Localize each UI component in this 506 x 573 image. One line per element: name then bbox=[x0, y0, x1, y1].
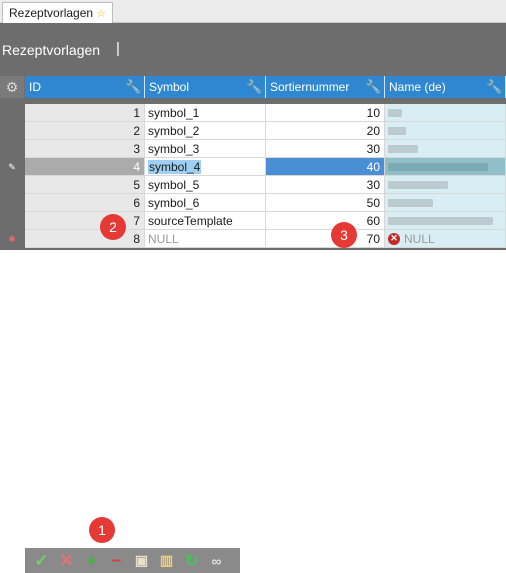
cell-name-de[interactable] bbox=[385, 194, 506, 212]
cell-name-de[interactable] bbox=[385, 104, 506, 122]
wrench-icon[interactable]: 🔧 bbox=[486, 79, 502, 95]
cell-name-de[interactable] bbox=[385, 158, 506, 176]
cell-id[interactable]: 2 bbox=[25, 122, 145, 140]
cell-name-de[interactable] bbox=[385, 212, 506, 230]
cell-id[interactable]: 8 bbox=[25, 230, 145, 248]
column-header-label: Name (de) bbox=[389, 80, 446, 94]
column-header-sortiernummer[interactable]: Sortiernummer 🔧 bbox=[266, 76, 385, 98]
error-x-icon: ✕ bbox=[388, 232, 400, 245]
page-header: Rezeptvorlagen | bbox=[0, 23, 506, 76]
blurred-text bbox=[388, 144, 418, 153]
cell-id[interactable]: 5 bbox=[25, 176, 145, 194]
page-title: Rezeptvorlagen bbox=[2, 42, 101, 58]
cell-id[interactable]: 4 bbox=[25, 158, 145, 176]
annotation-badge-1: 1 bbox=[89, 517, 115, 543]
refresh-icon[interactable]: ↻ bbox=[181, 550, 202, 571]
cell-name-de[interactable] bbox=[385, 122, 506, 140]
row-selector[interactable] bbox=[0, 122, 24, 140]
blurred-text bbox=[388, 162, 488, 171]
cell-id[interactable]: 7 bbox=[25, 212, 145, 230]
cell-name-de[interactable] bbox=[385, 176, 506, 194]
row-selector[interactable] bbox=[0, 194, 24, 212]
cell-symbol[interactable]: symbol_4 bbox=[145, 158, 266, 176]
cell-name-de[interactable] bbox=[385, 140, 506, 158]
cell-sortiernummer[interactable]: 30 bbox=[266, 176, 385, 194]
null-value: NULL bbox=[404, 231, 435, 246]
cell-symbol[interactable]: NULL bbox=[145, 230, 266, 248]
cell-sortiernummer[interactable]: 40 bbox=[266, 158, 385, 176]
cell-sortiernummer[interactable]: 50 bbox=[266, 194, 385, 212]
cell-sortiernummer[interactable]: 60 bbox=[266, 212, 385, 230]
gear-icon[interactable]: ⚙ bbox=[0, 76, 24, 98]
cell-symbol[interactable]: symbol_1 bbox=[145, 104, 266, 122]
data-grid: ⚙ ID 🔧 Symbol 🔧 Sortiernummer 🔧 Name (de… bbox=[0, 76, 506, 250]
star-icon[interactable]: ☆ bbox=[96, 7, 106, 20]
find-binoculars-icon[interactable]: ∞ bbox=[206, 550, 227, 571]
tab-rezeptvorlagen[interactable]: Rezeptvorlagen ☆ bbox=[2, 2, 113, 23]
cell-symbol[interactable]: symbol_6 bbox=[145, 194, 266, 212]
blurred-text bbox=[388, 126, 406, 135]
cell-sortiernummer[interactable]: 30 bbox=[266, 140, 385, 158]
remove-minus-icon[interactable]: − bbox=[106, 550, 127, 571]
text-cursor: | bbox=[116, 40, 120, 57]
wrench-icon[interactable]: 🔧 bbox=[246, 79, 262, 95]
cell-id[interactable]: 1 bbox=[25, 104, 145, 122]
columns-icon[interactable]: ▥ bbox=[156, 550, 177, 571]
cell-sortiernummer[interactable]: 10 bbox=[266, 104, 385, 122]
row-selector[interactable] bbox=[0, 140, 24, 158]
document-tabstrip: Rezeptvorlagen ☆ bbox=[0, 0, 506, 23]
cell-symbol[interactable]: symbol_3 bbox=[145, 140, 266, 158]
wrench-icon[interactable]: 🔧 bbox=[125, 79, 141, 95]
column-header-label: Symbol bbox=[149, 80, 190, 94]
cell-symbol[interactable]: symbol_5 bbox=[145, 176, 266, 194]
selected-text: symbol_4 bbox=[148, 159, 202, 174]
cell-symbol[interactable]: sourceTemplate bbox=[145, 212, 266, 230]
check-icon[interactable]: ✓ bbox=[31, 550, 52, 571]
navigator-toolbar: ✓ ✕ + − ▣ ▥ ↻ ∞ bbox=[25, 548, 240, 573]
annotation-badge-3: 3 bbox=[331, 222, 357, 248]
column-header-label: ID bbox=[29, 80, 41, 94]
cell-symbol[interactable]: symbol_2 bbox=[145, 122, 266, 140]
paste-icon[interactable]: ▣ bbox=[131, 550, 152, 571]
cell-name-de[interactable]: ✕ NULL bbox=[385, 230, 506, 248]
pencil-icon[interactable]: ✎ bbox=[0, 158, 24, 176]
annotation-badge-2: 2 bbox=[100, 214, 126, 240]
wrench-icon[interactable]: 🔧 bbox=[365, 79, 381, 95]
blurred-text bbox=[388, 216, 493, 225]
delete-x-icon[interactable]: ✕ bbox=[56, 550, 77, 571]
column-header-symbol[interactable]: Symbol 🔧 bbox=[145, 76, 266, 98]
column-header-label: Sortiernummer bbox=[270, 80, 350, 94]
cell-id[interactable]: 6 bbox=[25, 194, 145, 212]
cell-sortiernummer[interactable]: 20 bbox=[266, 122, 385, 140]
blurred-text bbox=[388, 198, 433, 207]
column-header-id[interactable]: ID 🔧 bbox=[25, 76, 145, 98]
row-selector[interactable] bbox=[0, 176, 24, 194]
add-plus-icon[interactable]: + bbox=[81, 550, 102, 571]
tab-label: Rezeptvorlagen bbox=[9, 6, 94, 20]
new-row-asterisk-icon[interactable]: ✱ bbox=[0, 230, 24, 248]
blurred-text bbox=[388, 180, 448, 189]
cell-sortiernummer[interactable]: 70 bbox=[266, 230, 385, 248]
blurred-text bbox=[388, 108, 402, 117]
column-header-name-de[interactable]: Name (de) 🔧 bbox=[385, 76, 506, 98]
row-selector[interactable] bbox=[0, 212, 24, 230]
cell-id[interactable]: 3 bbox=[25, 140, 145, 158]
row-selector[interactable] bbox=[0, 104, 24, 122]
